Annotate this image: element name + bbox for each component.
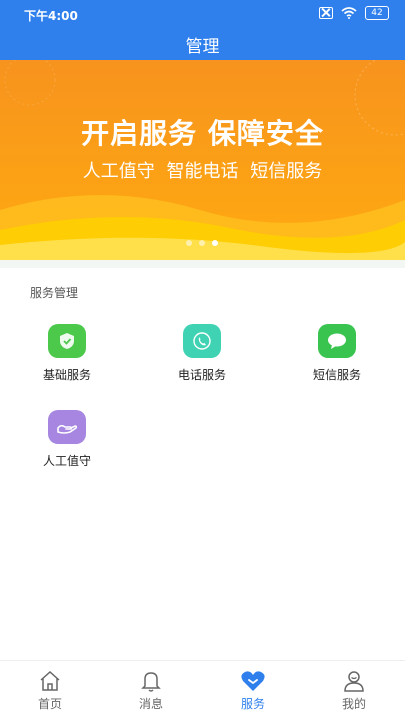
carousel-dot-active[interactable] [212,240,218,246]
tab-services[interactable]: 服务 [213,667,293,712]
tab-label: 消息 [138,697,163,711]
heart-icon [213,667,293,695]
nav-bar: 管理 [0,28,405,60]
bell-icon [111,667,191,695]
user-icon [314,667,394,695]
no-sim-icon [319,7,333,19]
home-icon [10,667,90,695]
service-label: 人工值守 [42,454,91,468]
tab-label: 我的 [341,697,366,711]
carousel-indicator [186,240,218,246]
shield-icon [48,324,86,358]
status-time: 下午4:00 [24,9,78,23]
hand-icon [48,410,86,444]
status-icons: 42 [319,6,389,20]
tab-label: 服务 [240,697,265,711]
wifi-icon [341,7,357,19]
banner-title: 开启服务 保障安全 [81,117,324,150]
carousel-dot[interactable] [199,240,205,246]
carousel-dot[interactable] [186,240,192,246]
tab-label: 首页 [37,697,62,711]
service-basic[interactable]: 基础服务 [17,324,117,383]
tab-profile[interactable]: 我的 [314,667,394,712]
service-label: 短信服务 [312,368,361,382]
bottom-tab-bar: 首页 消息 服务 我的 [0,660,405,721]
phone-icon [183,324,221,358]
tab-home[interactable]: 首页 [10,667,90,712]
banner-subtitle: 人工值守 智能电话 短信服务 [82,161,323,182]
service-label: 电话服务 [177,368,226,382]
service-manual[interactable]: 人工值守 [17,410,117,469]
section-divider [0,260,405,268]
service-label: 基础服务 [42,368,91,382]
chat-bubble-icon [318,324,356,358]
section-title: 服务管理 [30,286,79,300]
service-phone[interactable]: 电话服务 [152,324,252,383]
tab-messages[interactable]: 消息 [111,667,191,712]
status-bar: 下午4:00 42 [0,0,405,28]
banner-carousel[interactable]: 开启服务 保障安全 人工值守 智能电话 短信服务 [0,60,405,260]
battery-icon: 42 [365,6,389,20]
page-title: 管理 [185,37,220,57]
service-sms[interactable]: 短信服务 [287,324,387,383]
